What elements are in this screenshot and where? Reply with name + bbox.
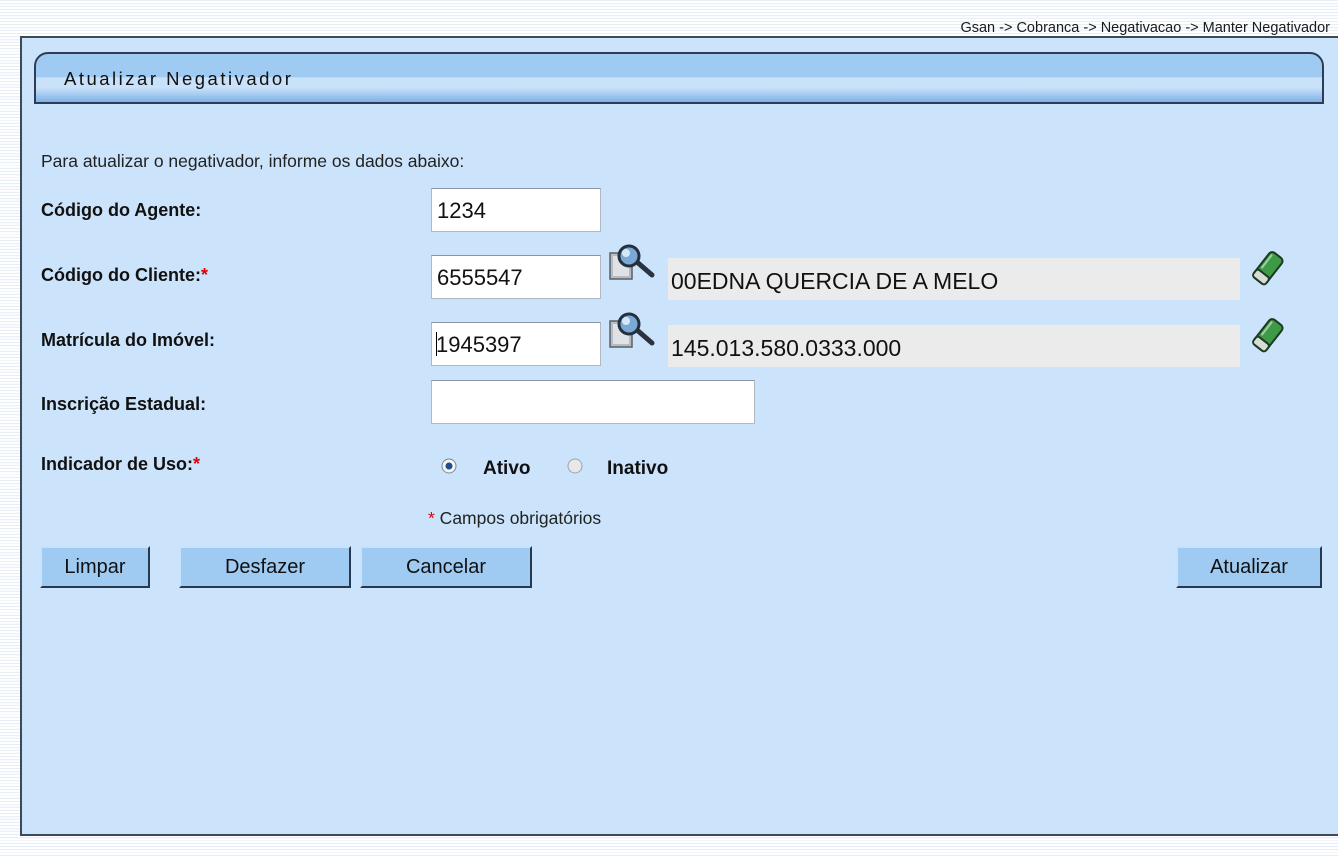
radio-inativo[interactable] <box>567 458 583 474</box>
client-code-input[interactable]: 6555547 <box>431 255 601 299</box>
atualizar-button[interactable]: Atualizar <box>1176 546 1322 588</box>
text-cursor <box>436 332 437 356</box>
page-title: Atualizar Negativador <box>64 68 294 89</box>
required-mark: * <box>193 454 201 474</box>
client-search-icon[interactable] <box>608 242 656 284</box>
radio-inativo-label[interactable]: Inativo <box>607 458 668 480</box>
agent-code-label: Código do Agente: <box>41 200 202 220</box>
cancelar-button[interactable]: Cancelar <box>360 546 532 588</box>
desfazer-button[interactable]: Desfazer <box>179 546 351 588</box>
form-panel: Atualizar Negativador Para atualizar o n… <box>20 36 1338 836</box>
client-code-label: Código do Cliente:* <box>41 265 208 285</box>
property-search-icon[interactable] <box>608 310 656 352</box>
required-fields-note: * Campos obrigatórios <box>428 508 602 528</box>
radio-ativo[interactable] <box>441 458 457 474</box>
property-id-label: Matrícula do Imóvel: <box>41 330 216 350</box>
radio-ativo-label[interactable]: Ativo <box>483 458 531 480</box>
usage-indicator-label: Indicador de Uso:* <box>41 454 201 474</box>
property-inscription-display: 145.013.580.0333.000 <box>668 325 1240 367</box>
required-mark: * <box>200 265 208 285</box>
agent-code-input[interactable]: 1234 <box>431 188 601 232</box>
state-registration-label: Inscrição Estadual: <box>41 394 207 414</box>
client-clear-eraser-icon[interactable] <box>1248 248 1288 288</box>
intro-text: Para atualizar o negativador, informe os… <box>41 151 465 171</box>
state-registration-input[interactable] <box>431 380 755 424</box>
title-bar: Atualizar Negativador <box>34 52 1324 104</box>
property-id-input[interactable]: 1945397 <box>431 322 601 366</box>
property-clear-eraser-icon[interactable] <box>1248 315 1288 355</box>
breadcrumb: Gsan -> Cobranca -> Negativacao -> Mante… <box>960 20 1330 36</box>
limpar-button[interactable]: Limpar <box>40 546 150 588</box>
client-name-display: 00EDNA QUERCIA DE A MELO <box>668 258 1240 300</box>
